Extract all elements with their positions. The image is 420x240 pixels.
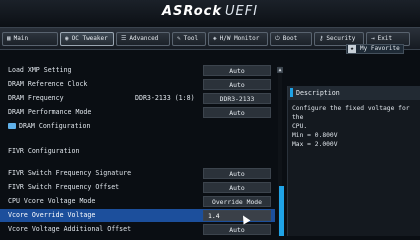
boot-icon: ⏻ bbox=[275, 34, 280, 42]
tab-hw-monitor[interactable]: ◈ H/W Monitor bbox=[208, 31, 268, 46]
hw-monitor-icon: ◈ bbox=[213, 35, 217, 42]
setting-value-button[interactable]: DDR3-2133 bbox=[203, 93, 271, 104]
fivr-configuration-heading: FIVR Configuration bbox=[8, 147, 80, 155]
advanced-icon: ☰ bbox=[121, 35, 127, 42]
asrock-uefi-logo: ASRock UEFI bbox=[0, 4, 420, 19]
description-title: Description bbox=[296, 89, 340, 97]
setting-label: Vcore Override Voltage bbox=[8, 211, 96, 219]
setting-row-fivr-switch-frequency-offset[interactable]: FIVR Switch Frequency Offset Auto bbox=[0, 181, 275, 194]
description-line: CPU. bbox=[292, 123, 308, 130]
vcore-voltage-input[interactable]: 1.4 bbox=[203, 210, 271, 221]
setting-value-button[interactable]: Auto bbox=[203, 79, 271, 90]
setting-label: DRAM Reference Clock bbox=[8, 80, 88, 88]
tab-oc-tweaker-label: OC Tweaker bbox=[71, 35, 108, 42]
setting-value-button[interactable]: Auto bbox=[203, 107, 271, 118]
setting-row-cpu-vcore-voltage-mode[interactable]: CPU Vcore Voltage Mode Override Mode bbox=[0, 195, 275, 208]
description-line: Max = 2.000V bbox=[292, 141, 338, 148]
setting-row-load-xmp[interactable]: Load XMP Setting Auto bbox=[0, 64, 275, 77]
tab-main-label: Main bbox=[13, 35, 29, 42]
description-panel: Description Configure the fixed voltage … bbox=[287, 86, 420, 236]
exit-icon: ⇥ bbox=[371, 35, 375, 42]
setting-label: Load XMP Setting bbox=[8, 66, 72, 74]
setting-value-button[interactable]: Auto bbox=[203, 65, 271, 76]
favorite-icon: ★ bbox=[348, 45, 356, 53]
setting-label: Vcore Voltage Additional Offset bbox=[8, 225, 132, 233]
tab-boot[interactable]: ⏻ Boot bbox=[270, 31, 312, 46]
oc-tweaker-icon: ◉ bbox=[65, 35, 69, 42]
setting-row-vcore-voltage-additional-offset[interactable]: Vcore Voltage Additional Offset Auto bbox=[0, 223, 275, 236]
my-favorite-button[interactable]: ★ My Favorite bbox=[346, 44, 404, 54]
product-name: UEFI bbox=[225, 4, 259, 19]
description-line: Min = 0.800V bbox=[292, 132, 338, 139]
tab-advanced[interactable]: ☰ Advanced bbox=[116, 31, 170, 46]
setting-value-button[interactable]: Auto bbox=[203, 182, 271, 193]
setting-row-vcore-override-voltage[interactable]: Vcore Override Voltage 1.4 bbox=[0, 209, 275, 222]
tab-advanced-label: Advanced bbox=[129, 35, 159, 42]
dram-configuration-submenu[interactable]: DRAM Configuration bbox=[0, 120, 275, 133]
folder-icon bbox=[8, 123, 16, 129]
setting-row-dram-frequency[interactable]: DRAM Frequency DDR3-2133 (1:8) DDR3-2133 bbox=[0, 92, 275, 105]
tab-oc-tweaker[interactable]: ◉ OC Tweaker bbox=[60, 31, 114, 46]
description-body: Configure the fixed voltage for the CPU.… bbox=[292, 104, 418, 149]
setting-label: FIVR Switch Frequency Signature bbox=[8, 169, 132, 177]
setting-label: CPU Vcore Voltage Mode bbox=[8, 197, 96, 205]
description-marker-icon bbox=[290, 87, 293, 97]
dram-configuration-text: DRAM Configuration bbox=[19, 122, 91, 130]
description-header: Description bbox=[288, 86, 420, 100]
setting-row-dram-reference-clock[interactable]: DRAM Reference Clock Auto bbox=[0, 78, 275, 91]
tab-tool[interactable]: ✎ Tool bbox=[172, 31, 206, 46]
main-icon: ▦ bbox=[7, 35, 11, 42]
setting-label: DRAM Frequency bbox=[8, 94, 64, 102]
scroll-up-arrow-icon[interactable]: ▲ bbox=[277, 67, 283, 73]
tab-main[interactable]: ▦ Main bbox=[2, 31, 58, 46]
description-line: Configure the fixed voltage for the bbox=[292, 105, 410, 121]
tab-boot-label: Boot bbox=[282, 35, 298, 42]
my-favorite-label: My Favorite bbox=[360, 45, 400, 52]
tab-exit-label: Exit bbox=[377, 35, 393, 42]
setting-value-button[interactable]: Auto bbox=[203, 168, 271, 179]
header-bar: ASRock UEFI bbox=[0, 0, 420, 27]
security-icon: ⚷ bbox=[319, 35, 324, 42]
setting-row-fivr-switch-frequency-signature[interactable]: FIVR Switch Frequency Signature Auto bbox=[0, 167, 275, 180]
setting-row-dram-performance-mode[interactable]: DRAM Performance Mode Auto bbox=[0, 106, 275, 119]
tab-security-label: Security bbox=[326, 35, 356, 42]
current-dram-frequency: DDR3-2133 (1:8) bbox=[135, 94, 195, 102]
tab-hw-monitor-label: H/W Monitor bbox=[219, 35, 260, 42]
setting-value-button[interactable]: Override Mode bbox=[203, 196, 271, 207]
setting-label: FIVR Switch Frequency Offset bbox=[8, 183, 120, 191]
dram-configuration-label: DRAM Configuration bbox=[8, 122, 90, 130]
setting-label: DRAM Performance Mode bbox=[8, 108, 92, 116]
tab-tool-label: Tool bbox=[183, 35, 199, 42]
tool-icon: ✎ bbox=[177, 35, 181, 42]
brand-name: ASRock bbox=[161, 4, 223, 19]
setting-value-button[interactable]: Auto bbox=[203, 224, 271, 235]
scrollbar-thumb[interactable] bbox=[279, 186, 284, 236]
